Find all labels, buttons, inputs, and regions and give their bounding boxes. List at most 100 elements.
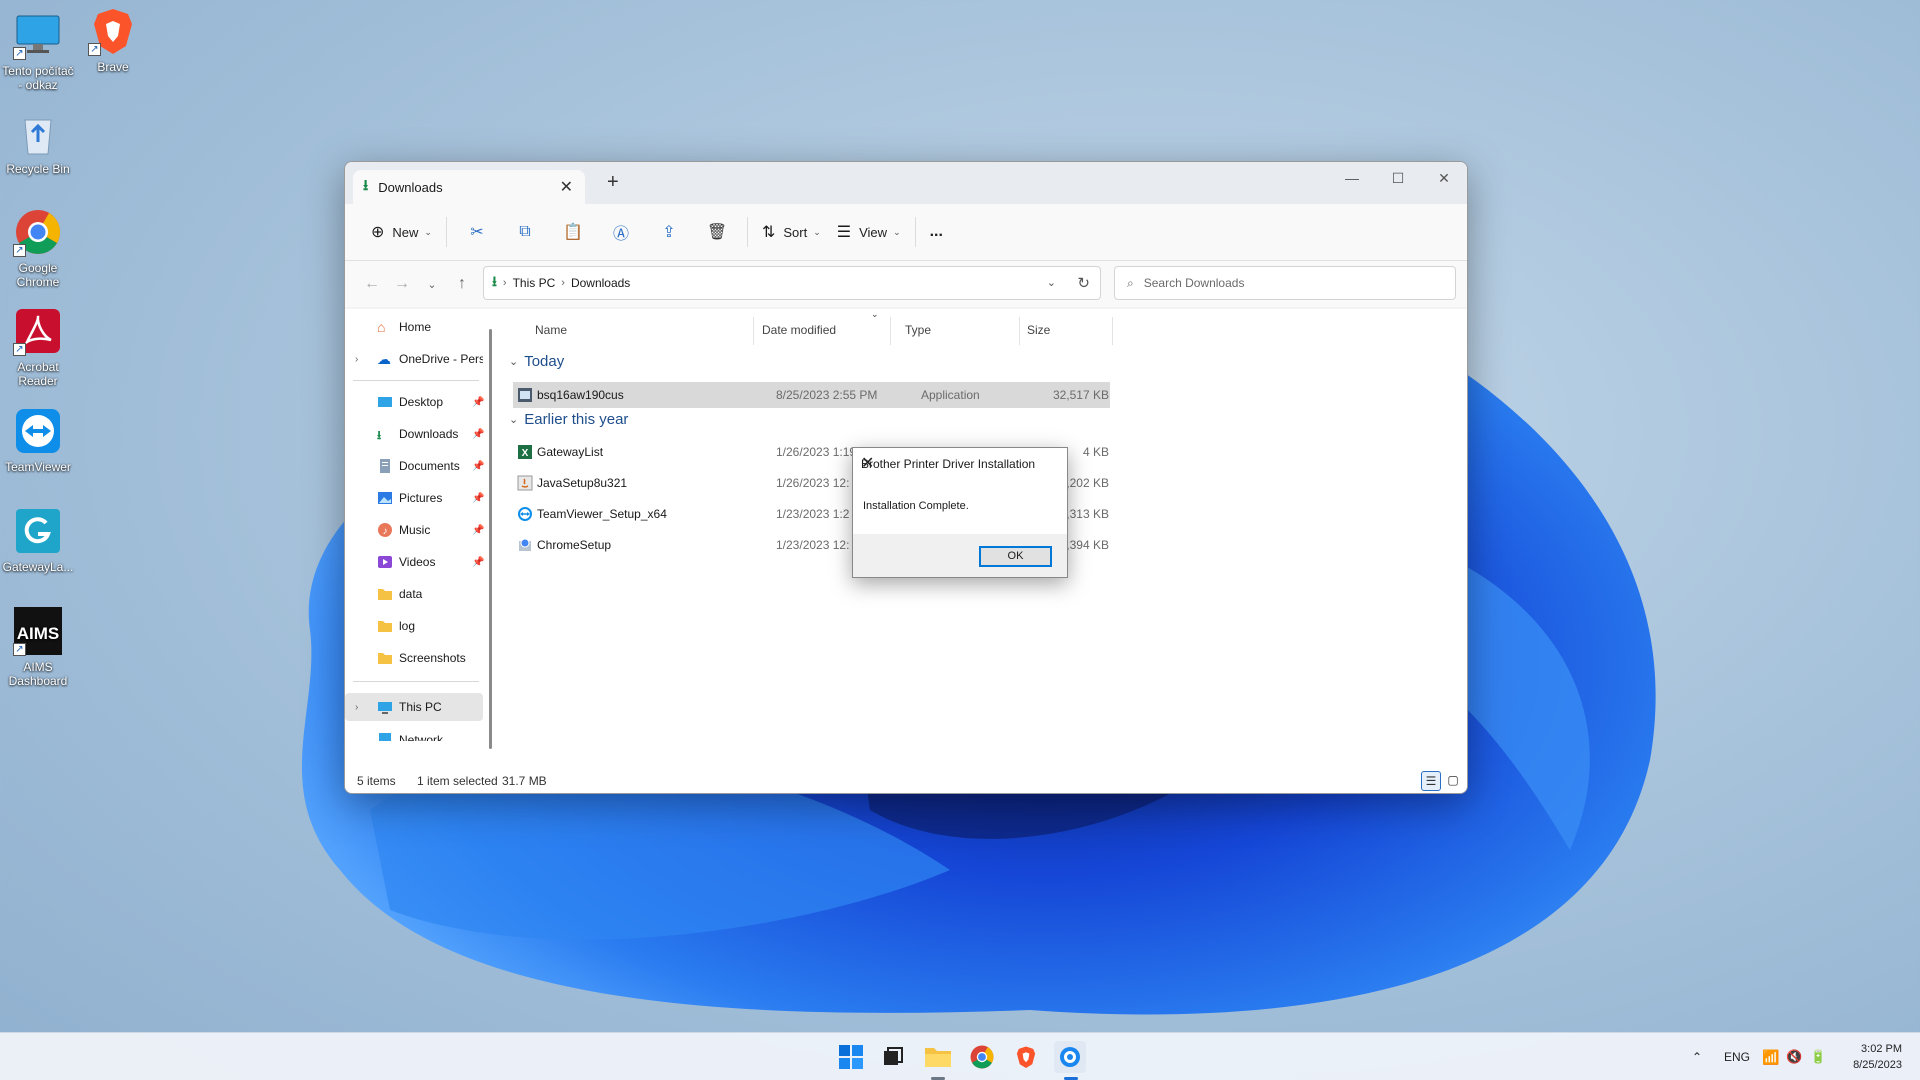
breadcrumb-downloads[interactable]: Downloads bbox=[571, 276, 630, 290]
desktop-icon-brave[interactable]: ↗ Brave bbox=[75, 6, 151, 74]
column-divider[interactable] bbox=[1112, 317, 1113, 345]
desktop-icon-teamviewer[interactable]: TeamViewer bbox=[0, 406, 76, 474]
sidebar-item-label: OneDrive - Personal bbox=[399, 352, 483, 366]
close-tab-icon[interactable]: ✕ bbox=[560, 177, 573, 197]
folder-icon bbox=[377, 586, 393, 602]
desktop-icon-acrobat[interactable]: ↗ Acrobat Reader bbox=[0, 306, 76, 388]
delete-icon[interactable]: 🗑 bbox=[699, 214, 735, 250]
status-selected: 1 item selected bbox=[417, 774, 498, 788]
close-icon[interactable]: ✕ bbox=[861, 453, 1059, 473]
sidebar-item-pictures[interactable]: Pictures 📌 bbox=[345, 484, 484, 512]
column-divider[interactable] bbox=[890, 317, 891, 345]
clock-date: 8/25/2023 bbox=[1853, 1059, 1902, 1071]
sidebar-item-desktop[interactable]: Desktop 📌 bbox=[345, 388, 484, 416]
group-header-today[interactable]: ⌄ Today bbox=[509, 353, 564, 370]
sidebar-item-network[interactable]: Network bbox=[345, 723, 483, 741]
expand-chevron-icon[interactable]: › bbox=[355, 702, 358, 713]
wifi-icon[interactable]: 📶 bbox=[1762, 1033, 1779, 1080]
share-icon[interactable]: ⇪ bbox=[651, 214, 687, 250]
command-bar: ⊕ New ⌄ ✂ ⧉ 📋 Ⓐ ⇪ 🗑 ⇅ Sort ⌄ ☰ View ⌄ ..… bbox=[345, 204, 1467, 261]
volume-muted-icon[interactable]: 🔇 bbox=[1786, 1033, 1802, 1080]
folder-icon bbox=[377, 618, 393, 634]
column-header-type[interactable]: Type bbox=[905, 323, 931, 347]
column-divider[interactable] bbox=[753, 317, 754, 345]
tab-downloads[interactable]: ⭳ Downloads ✕ bbox=[353, 170, 585, 204]
sort-button[interactable]: ⇅ Sort ⌄ bbox=[754, 214, 829, 250]
column-header-size[interactable]: Size bbox=[1027, 323, 1050, 347]
desktop-icon-chrome[interactable]: ↗ Google Chrome bbox=[0, 207, 76, 289]
details-view-icon[interactable]: ☰ bbox=[1421, 771, 1441, 791]
sidebar-item-onedrive[interactable]: › ☁ OneDrive - Personal bbox=[345, 345, 483, 373]
sidebar-item-home[interactable]: ⌂ Home bbox=[345, 313, 483, 341]
sidebar-item-downloads[interactable]: ⭳ Downloads 📌 bbox=[345, 420, 484, 448]
more-options-button[interactable]: ... bbox=[922, 214, 951, 250]
recent-locations-chevron-icon[interactable]: ⌄ bbox=[417, 278, 447, 291]
file-name: bsq16aw190cus bbox=[537, 388, 624, 402]
tiles-view-icon[interactable]: ▢ bbox=[1443, 771, 1463, 791]
sidebar-item-this-pc[interactable]: › This PC bbox=[345, 693, 483, 721]
view-label: View bbox=[859, 224, 888, 240]
java-icon bbox=[517, 475, 533, 491]
show-hidden-icons-icon[interactable]: ⌃ bbox=[1692, 1033, 1702, 1080]
desktop-icon-recycle-bin[interactable]: Recycle Bin bbox=[0, 108, 76, 176]
forward-arrow-icon[interactable]: → bbox=[387, 275, 417, 293]
svg-text:AIMS: AIMS bbox=[17, 624, 60, 643]
cut-icon[interactable]: ✂ bbox=[459, 214, 495, 250]
start-button[interactable] bbox=[835, 1041, 867, 1073]
copy-icon[interactable]: ⧉ bbox=[507, 214, 543, 250]
sidebar-item-videos[interactable]: Videos 📌 bbox=[345, 548, 485, 576]
sidebar-item-log[interactable]: log bbox=[345, 612, 483, 640]
ok-button[interactable]: OK bbox=[979, 546, 1052, 567]
new-button[interactable]: ⊕ New ⌄ bbox=[363, 214, 440, 250]
taskbar-chrome[interactable] bbox=[966, 1041, 998, 1073]
videos-icon bbox=[377, 554, 393, 570]
refresh-icon[interactable]: ↻ bbox=[1077, 274, 1090, 292]
home-icon: ⌂ bbox=[377, 319, 386, 335]
pin-icon: 📌 bbox=[472, 524, 485, 536]
address-bar[interactable]: ⭳ › This PC › Downloads ⌄ ↻ bbox=[483, 266, 1101, 300]
desktop-icon-gateway[interactable]: GatewayLa... bbox=[0, 506, 76, 574]
file-row[interactable]: bsq16aw190cus 8/25/2023 2:55 PM Applicat… bbox=[513, 382, 1110, 408]
desktop-icon-aims[interactable]: AIMS ↗ AIMS Dashboard bbox=[0, 606, 76, 688]
new-tab-button[interactable]: + bbox=[607, 171, 619, 194]
status-size: 31.7 MB bbox=[502, 774, 547, 788]
battery-icon[interactable]: 🔋 bbox=[1810, 1033, 1826, 1080]
input-language[interactable]: ENG bbox=[1724, 1033, 1750, 1080]
sort-indicator-icon: ⌄ bbox=[871, 309, 879, 319]
desktop-icon-this-pc[interactable]: ↗ Tento počítač - odkaz bbox=[0, 10, 76, 92]
pin-icon: 📌 bbox=[472, 556, 485, 568]
pin-icon: 📌 bbox=[472, 460, 485, 472]
sidebar-item-documents[interactable]: Documents 📌 bbox=[345, 452, 485, 480]
back-arrow-icon[interactable]: ← bbox=[357, 275, 387, 293]
sidebar-item-label: log bbox=[399, 619, 416, 633]
breadcrumb-this-pc[interactable]: This PC bbox=[513, 276, 556, 290]
taskbar-brave[interactable] bbox=[1010, 1041, 1042, 1073]
taskbar-installer[interactable] bbox=[1054, 1041, 1086, 1073]
rename-icon[interactable]: Ⓐ bbox=[603, 214, 639, 250]
column-divider[interactable] bbox=[1019, 317, 1020, 345]
system-clock[interactable]: 3:02 PM 8/25/2023 bbox=[1853, 1041, 1902, 1073]
column-header-date[interactable]: Date modified bbox=[762, 323, 836, 347]
sidebar-scrollbar[interactable] bbox=[489, 329, 492, 749]
view-button[interactable]: ☰ View ⌄ bbox=[829, 214, 909, 250]
search-input[interactable]: ⌕ Search Downloads bbox=[1114, 266, 1456, 300]
taskbar-file-explorer[interactable] bbox=[922, 1041, 954, 1073]
minimize-button[interactable]: — bbox=[1329, 162, 1375, 194]
column-header-name[interactable]: Name bbox=[535, 323, 567, 347]
maximize-button[interactable]: ☐ bbox=[1375, 162, 1421, 194]
address-dropdown-icon[interactable]: ⌄ bbox=[1047, 276, 1056, 289]
task-view-button[interactable] bbox=[877, 1041, 909, 1073]
teamviewer-icon bbox=[517, 506, 533, 522]
sidebar-item-screenshots[interactable]: Screenshots bbox=[345, 644, 483, 672]
close-window-button[interactable]: ✕ bbox=[1421, 162, 1467, 194]
sidebar-item-data[interactable]: data bbox=[345, 580, 483, 608]
paste-icon[interactable]: 📋 bbox=[555, 214, 591, 250]
sidebar-item-music[interactable]: ♪ Music 📌 bbox=[345, 516, 485, 544]
collapse-chevron-icon: ⌄ bbox=[509, 356, 519, 368]
up-arrow-icon[interactable]: ↑ bbox=[447, 275, 477, 293]
aims-icon: AIMS ↗ bbox=[13, 606, 63, 656]
chevron-down-icon: ⌄ bbox=[893, 226, 901, 237]
expand-chevron-icon[interactable]: › bbox=[355, 354, 358, 365]
divider bbox=[746, 217, 748, 247]
group-header-earlier[interactable]: ⌄ Earlier this year bbox=[509, 411, 628, 428]
